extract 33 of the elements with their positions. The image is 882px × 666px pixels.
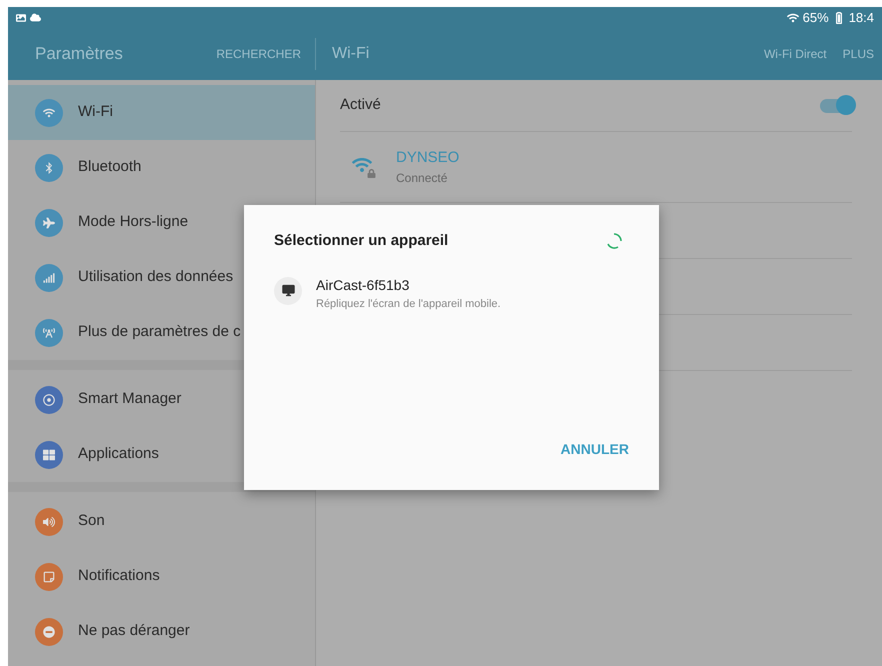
sidebar-label: Notifications	[78, 566, 160, 586]
network-name: DYNSEO	[396, 148, 460, 168]
image-icon	[16, 12, 26, 22]
sidebar-item[interactable]: Smart Manager	[8, 372, 315, 427]
sidebar-label: Ne pas déranger	[78, 621, 190, 642]
sidebar-label: Mode Hors-ligne	[78, 212, 188, 232]
app-title: Paramètres	[35, 43, 124, 66]
loading-spinner-icon	[605, 232, 623, 250]
sidebar-item[interactable]: Bluetooth	[8, 140, 315, 195]
sidebar-label: Utilisation des données	[78, 267, 234, 288]
sidebar-label: Applications	[78, 444, 159, 464]
battery-percent: 65%	[802, 8, 829, 27]
section-title: Wi-Fi	[331, 44, 370, 64]
wifi-icon	[786, 12, 799, 24]
sidebar-item[interactable]: Wi-Fi	[8, 85, 315, 140]
wifi-state-label: Activé	[340, 95, 382, 116]
sidebar-item[interactable]: Son	[8, 494, 315, 549]
sidebar-label: Bluetooth	[78, 157, 142, 178]
monitor-icon	[274, 276, 302, 304]
wifi-lock-icon	[352, 156, 376, 178]
cloud-icon	[30, 12, 41, 23]
sidebar-item[interactable]: Ne pas déranger	[8, 604, 315, 659]
clock: 18:4	[848, 8, 874, 27]
sidebar-label: Smart Manager	[78, 389, 182, 410]
sidebar-label: Son	[78, 511, 105, 532]
network-status: Connecté	[396, 170, 448, 188]
sidebar-label: Plus de paramètres de c	[78, 322, 241, 342]
device-name: AirCast-6f51b3	[316, 276, 410, 294]
dialog-title: Sélectionner un appareil	[274, 231, 448, 251]
sidebar-item[interactable]: Applications	[8, 427, 315, 482]
sidebar-item[interactable]: Notifications	[8, 549, 315, 604]
sidebar-label: Wi-Fi	[78, 102, 113, 122]
device-description: Répliquez l'écran de l'appareil mobile.	[316, 296, 501, 312]
